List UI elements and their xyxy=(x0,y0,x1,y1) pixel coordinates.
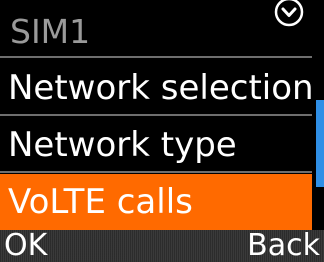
divider xyxy=(0,171,312,173)
menu-item-network-type[interactable]: Network type xyxy=(0,117,312,173)
scrollbar-thumb[interactable] xyxy=(316,100,324,187)
chevron-down-circle-icon xyxy=(274,0,304,27)
back-softkey[interactable]: Back xyxy=(247,230,320,262)
menu-item-network-selection[interactable]: Network selection xyxy=(0,60,312,116)
phone-screen: SIM1 Network selection Network type VoLT… xyxy=(0,0,324,262)
header: SIM1 xyxy=(0,0,324,56)
menu-item-label: Network selection xyxy=(8,68,312,108)
softkey-bar: OK Back xyxy=(0,230,324,262)
menu-item-volte-calls[interactable]: VoLTE calls xyxy=(0,174,312,230)
menu-item-label: VoLTE calls xyxy=(8,182,193,222)
divider xyxy=(0,56,312,58)
divider xyxy=(0,114,312,116)
menu-item-label: Network type xyxy=(8,125,237,165)
page-title: SIM1 xyxy=(10,12,91,51)
ok-softkey[interactable]: OK xyxy=(4,230,47,262)
